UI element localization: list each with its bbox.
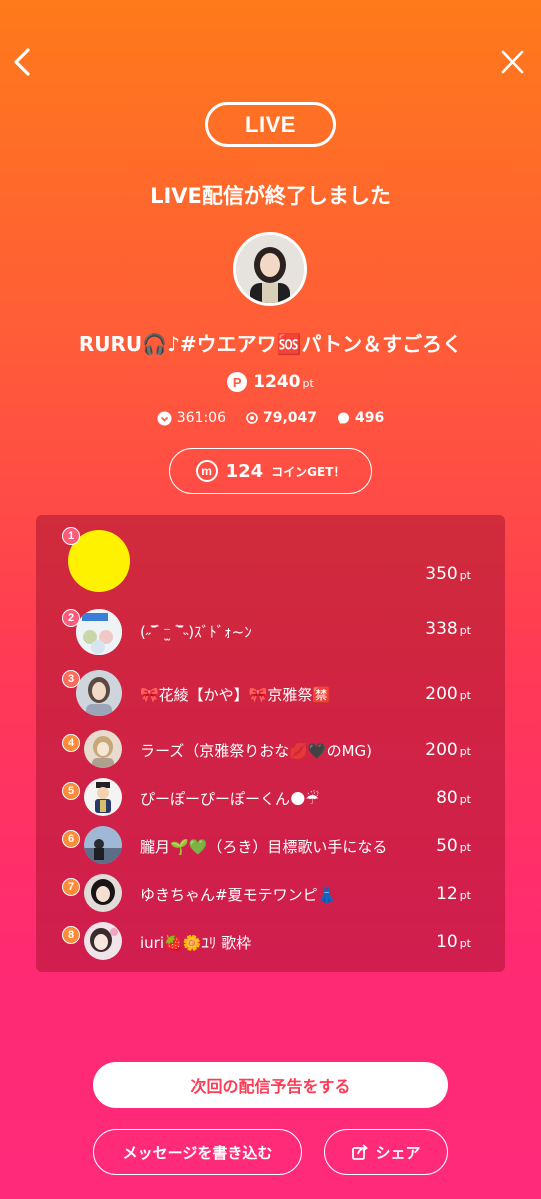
coin-value: 124	[225, 460, 264, 482]
eye-icon	[246, 412, 258, 424]
rank-user-name: (˶‾᷄ ⁻̫ ‾᷅˵)ｽﾞﾄﾞｫ~ﾝ	[140, 623, 252, 641]
rank-points: 50	[436, 836, 458, 856]
rank-points-unit: pt	[459, 689, 471, 702]
views-stat: 79,047	[246, 410, 317, 426]
rank-points-unit: pt	[459, 841, 471, 854]
gift-ranking-list: 1 350 pt 2 (˶‾᷄ ⁻̫ ‾᷅˵)ｽﾞﾄﾞｫ~ﾝ 338 pt 3 …	[36, 515, 505, 972]
back-button[interactable]	[8, 42, 38, 82]
rank-points: 338	[425, 619, 458, 639]
close-icon	[501, 50, 524, 74]
list-item[interactable]: 5 ぴーぽーぴーぽーくん🌑☔ 80 pt	[36, 778, 505, 816]
avatar[interactable]	[84, 874, 122, 912]
list-item[interactable]: 4 ラーズ（京雅祭りおな💋🖤のMG) 200 pt	[36, 730, 505, 768]
rank-points: 350	[425, 564, 458, 584]
list-item[interactable]: 7 ゆきちゃん#夏モテワンピ👗 12 pt	[36, 874, 505, 912]
avatar-image	[84, 826, 122, 864]
views-value: 79,047	[263, 410, 318, 426]
avatar[interactable]	[84, 730, 122, 768]
rank-points: 200	[425, 740, 458, 760]
coin-icon: m	[195, 460, 218, 482]
rank-user-name: ラーズ（京雅祭りおな💋🖤のMG)	[140, 742, 373, 760]
avatar-image	[84, 778, 122, 816]
total-points: P 1240 pt	[0, 372, 541, 392]
avatar[interactable]	[76, 609, 122, 655]
comment-icon	[338, 412, 350, 424]
stream-stats: 361:06 79,047 496	[0, 410, 541, 426]
page-title: LIVE配信が終了しました	[150, 184, 391, 208]
write-message-button[interactable]: メッセージを書き込む	[93, 1129, 302, 1175]
avatar[interactable]	[84, 922, 122, 960]
avatar[interactable]	[76, 670, 122, 716]
stream-title: RURU🎧♪#ウエアワ🆘パトン＆すごろく	[78, 332, 463, 356]
clock-icon	[157, 411, 172, 425]
list-item[interactable]: 2 (˶‾᷄ ⁻̫ ‾᷅˵)ｽﾞﾄﾞｫ~ﾝ 338 pt	[36, 609, 505, 655]
duration-stat: 361:06	[157, 410, 226, 426]
avatar-image	[84, 874, 122, 912]
schedule-next-stream-button[interactable]: 次回の配信予告をする	[93, 1062, 448, 1108]
duration-value: 361:06	[176, 410, 226, 426]
rank-points-unit: pt	[459, 889, 471, 902]
live-badge: LIVE	[205, 102, 336, 147]
share-label: シェア	[375, 1143, 421, 1162]
avatar-image	[84, 730, 122, 768]
rank-badge: 1	[62, 527, 80, 545]
rank-badge: 2	[62, 609, 80, 627]
rank-user-name: 朧月🌱💚（ろき）目標歌い手になる	[140, 838, 388, 856]
comments-value: 496	[355, 410, 385, 426]
rank-points-unit: pt	[459, 745, 471, 758]
points-icon: P	[227, 372, 248, 392]
comments-stat: 496	[337, 410, 384, 426]
rank-user-name: ぴーぽーぴーぽーくん🌑☔	[140, 790, 320, 808]
rank-badge: 4	[62, 734, 80, 752]
rank-badge: 8	[62, 926, 80, 944]
rank-points-unit: pt	[459, 624, 471, 637]
avatar[interactable]	[84, 778, 122, 816]
list-item[interactable]: 8 iuri🍓🌼ﾕﾘ 歌枠 10 pt	[36, 922, 505, 960]
rank-points-unit: pt	[459, 937, 471, 950]
rank-points: 200	[425, 684, 458, 704]
rank-badge: 3	[62, 670, 80, 688]
share-icon	[352, 1144, 369, 1160]
avatar-image	[84, 922, 122, 960]
avatar-image	[76, 609, 122, 655]
list-item[interactable]: 1 350 pt	[36, 527, 505, 592]
list-item[interactable]: 6 朧月🌱💚（ろき）目標歌い手になる 50 pt	[36, 826, 505, 864]
points-unit: pt	[302, 377, 314, 390]
rank-user-name: ゆきちゃん#夏モテワンピ👗	[140, 886, 337, 904]
close-button[interactable]	[497, 45, 527, 79]
coin-earned-box: m 124 コインGET！	[169, 448, 372, 494]
rank-user-name: iuri🍓🌼ﾕﾘ 歌枠	[140, 934, 252, 952]
rank-points: 12	[436, 884, 458, 904]
rank-points-unit: pt	[459, 569, 471, 582]
streamer-avatar[interactable]	[233, 232, 307, 306]
avatar-image	[236, 235, 304, 303]
avatar-image	[76, 670, 122, 716]
rank-badge: 7	[62, 878, 80, 896]
share-button[interactable]: シェア	[324, 1129, 448, 1175]
rank-points: 80	[436, 788, 458, 808]
list-item[interactable]: 3 🎀花綾【かや】🎀京雅祭🈲 200 pt	[36, 670, 505, 716]
points-value: 1240	[253, 372, 301, 392]
avatar[interactable]	[84, 826, 122, 864]
coin-label: コインGET！	[271, 464, 346, 479]
rank-user-name: 🎀花綾【かや】🎀京雅祭🈲	[140, 686, 332, 704]
rank-badge: 5	[62, 782, 80, 800]
chevron-left-icon	[14, 48, 30, 76]
rank-points-unit: pt	[459, 793, 471, 806]
rank-points: 10	[436, 932, 458, 952]
rank-badge: 6	[62, 830, 80, 848]
